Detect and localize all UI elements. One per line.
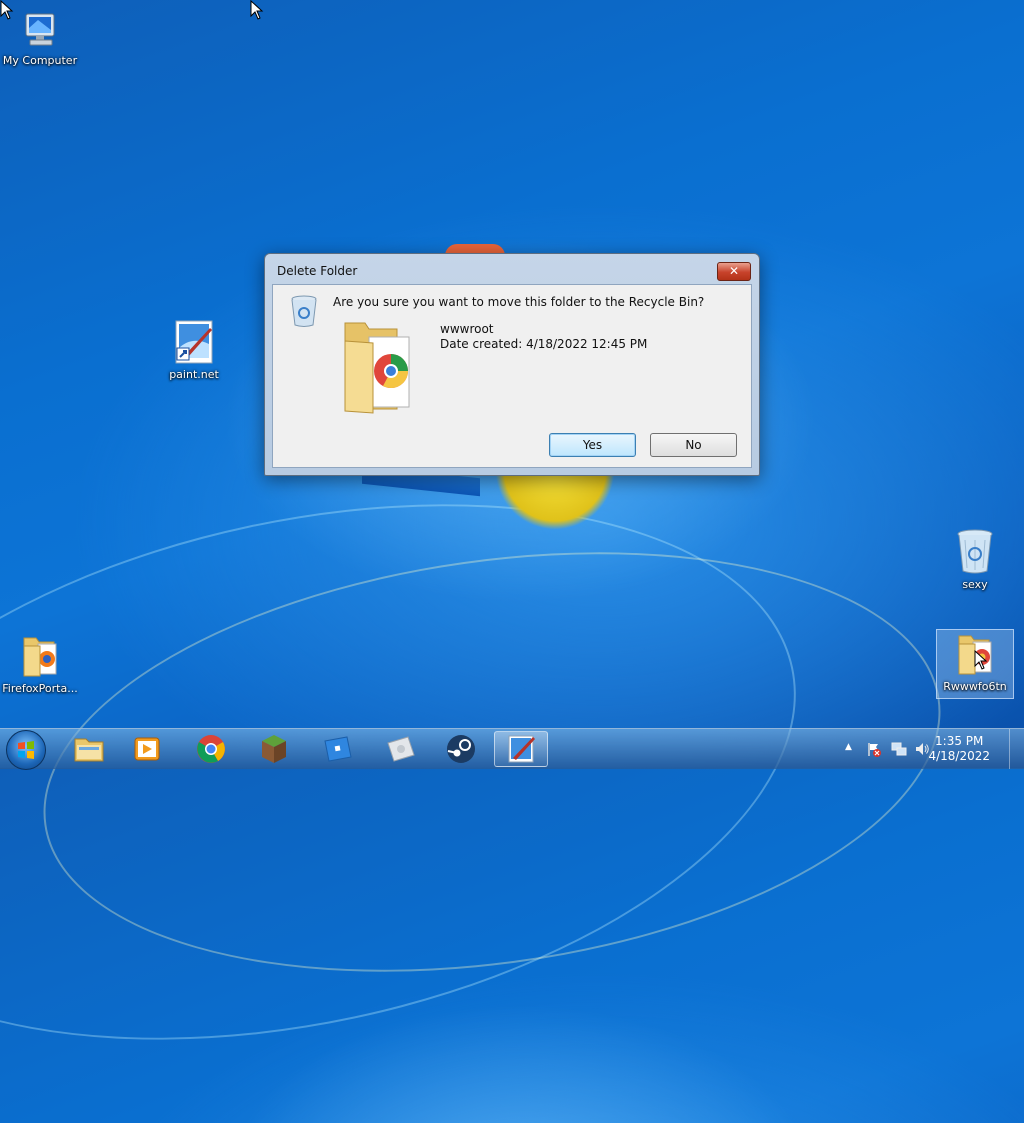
clock-time: 1:35 PM (935, 734, 984, 748)
clock-date: 4/18/2022 (928, 749, 990, 763)
explorer-icon (74, 738, 104, 762)
taskbar-app-button[interactable] (374, 731, 428, 767)
mouse-cursor-icon (0, 0, 14, 20)
desktop-icon-label: My Computer (2, 54, 78, 67)
steam-icon (447, 735, 475, 763)
mouse-cursor-icon (250, 0, 264, 20)
desktop-icon-firefox-portable[interactable]: FirefoxPorta... (0, 630, 80, 695)
network-icon[interactable] (891, 741, 907, 760)
desktop-icon-label: FirefoxPorta... (2, 682, 78, 695)
computer-icon (18, 8, 62, 52)
folder-name: wwwroot (440, 322, 494, 336)
chrome-icon (197, 735, 225, 763)
confirm-question: Are you sure you want to move this folde… (333, 295, 705, 309)
taskbar: ▲ 1:35 PM 4/18/2022 (0, 728, 1024, 770)
clock[interactable]: 1:35 PM 4/18/2022 (928, 734, 990, 764)
folder-date-created: Date created: 4/18/2022 12:45 PM (440, 337, 648, 351)
app-icon (387, 736, 415, 762)
taskbar-media-player-button[interactable] (120, 731, 174, 767)
recycle-bin-icon (289, 293, 319, 329)
delete-folder-dialog: Delete Folder ✕ Are you sure you want to… (264, 253, 760, 476)
taskbar-minecraft-button[interactable] (247, 731, 301, 767)
no-button[interactable]: No (650, 433, 737, 457)
taskbar-steam-button[interactable] (434, 731, 488, 767)
recycle-bin-icon (955, 526, 995, 576)
desktop-icon-recycle-bin[interactable]: sexy (935, 526, 1015, 591)
start-button[interactable] (6, 730, 46, 770)
windows-logo-icon (18, 741, 34, 759)
close-button[interactable]: ✕ (717, 262, 751, 281)
action-center-flag-icon[interactable] (866, 741, 882, 760)
taskbar-chrome-button[interactable] (184, 731, 238, 767)
paintnet-icon (508, 735, 535, 763)
taskbar-paintnet-button[interactable] (494, 731, 548, 767)
dialog-title: Delete Folder (277, 264, 358, 278)
desktop-icon-label: Rwwwfo6tn (943, 680, 1007, 693)
paintnet-icon (172, 318, 216, 366)
mouse-cursor-icon (974, 650, 988, 670)
desktop-icon-paintnet[interactable]: paint.net (154, 318, 234, 381)
folder-icon (18, 630, 62, 680)
desktop-icon-label: sexy (962, 578, 988, 591)
show-hidden-icons-arrow-icon[interactable]: ▲ (845, 742, 852, 752)
taskbar-explorer-button[interactable] (62, 731, 116, 767)
taskbar-roblox-button[interactable] (311, 731, 365, 767)
minecraft-icon (262, 735, 286, 763)
dialog-body: Are you sure you want to move this folde… (272, 284, 752, 468)
media-player-icon (134, 737, 160, 761)
roblox-icon (324, 736, 352, 762)
desktop-icon-label: paint.net (169, 368, 219, 381)
folder-icon (339, 319, 419, 415)
yes-button[interactable]: Yes (549, 433, 636, 457)
show-desktop-button[interactable] (1009, 729, 1024, 769)
